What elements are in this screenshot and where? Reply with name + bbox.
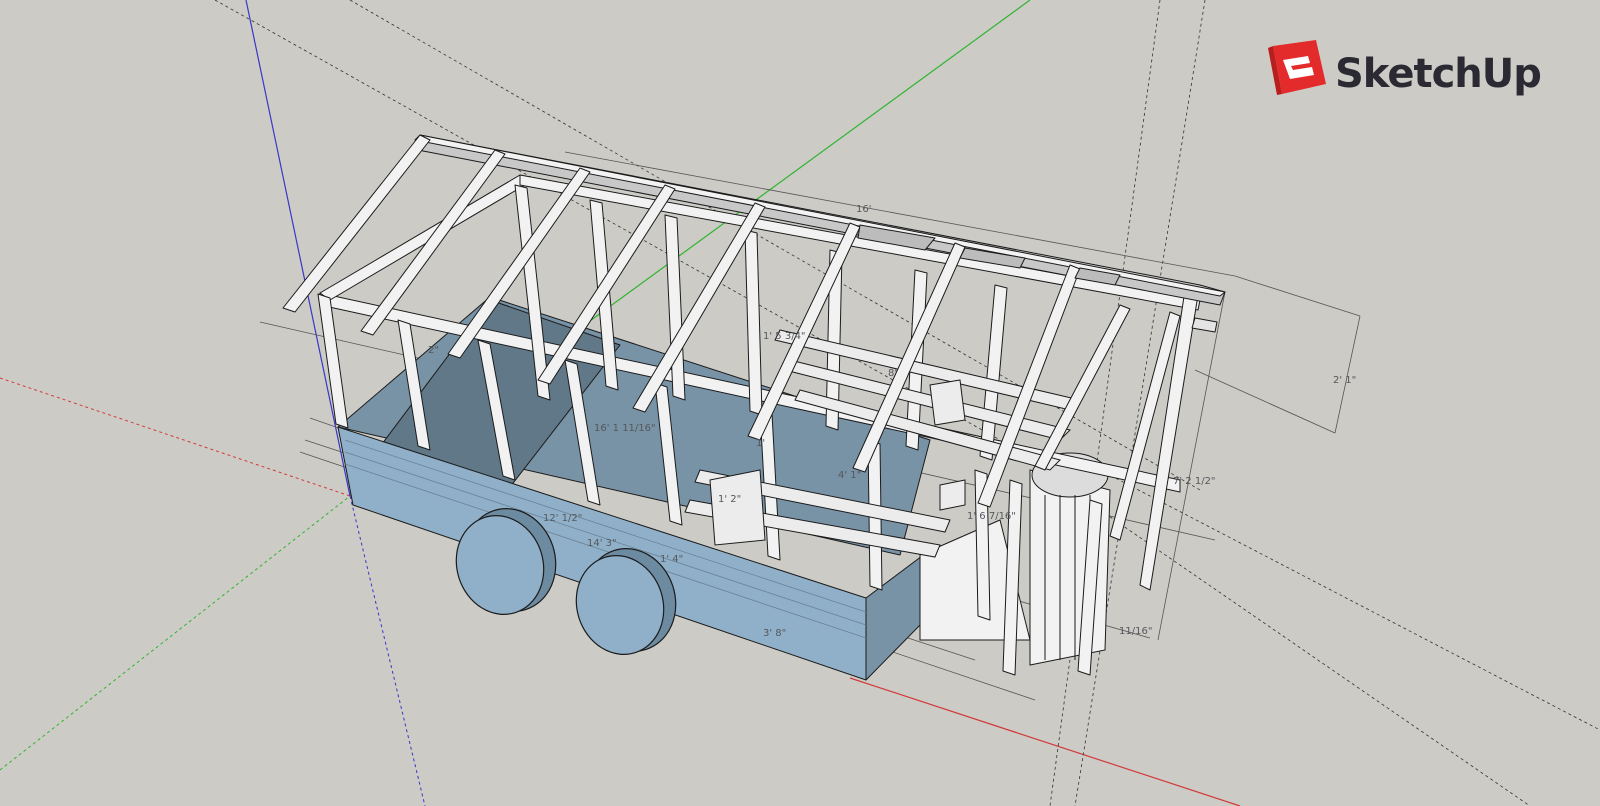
modeling-viewport[interactable]: 16' 2' 1" 7' 2 1/2" 1' 5 3/4" 16' 1 11/1… xyxy=(0,0,1600,806)
sketchup-logo-icon xyxy=(1268,40,1326,95)
dim-loft-spacing: 1' 5 3/4" xyxy=(763,331,806,342)
dim-tongue-offset: 1' 4" xyxy=(660,554,683,565)
dim-partial-d: 11/16" xyxy=(1119,626,1152,637)
dim-bed-length: 12' 1/2" xyxy=(543,513,582,524)
dim-overall-height: 7' 2 1/2" xyxy=(1173,476,1216,487)
dim-inner-length: 16' 1 11/16" xyxy=(594,423,656,434)
dim-trailer-length: 14' 3" xyxy=(587,538,617,549)
red-axis-negative xyxy=(0,377,351,497)
green-axis-negative xyxy=(0,495,351,771)
dim-overall-length: 16' xyxy=(856,204,871,215)
sketchup-logo: SketchUp xyxy=(1268,40,1542,97)
dim-rear-section: 3' 8" xyxy=(763,628,786,639)
red-axis xyxy=(849,677,1241,806)
dim-roof-rise: 2' 1" xyxy=(1333,375,1356,386)
dim-partial-e: 8' xyxy=(888,368,897,379)
sketchup-logo-text: SketchUp xyxy=(1335,51,1541,97)
blue-axis-negative xyxy=(349,495,426,806)
dim-partial-g: 1' 2" xyxy=(718,494,741,505)
dim-partial-b: 4' 1" xyxy=(838,470,861,481)
dim-partial-f: 2" xyxy=(428,345,439,356)
dim-partial-a: 1' 6 7/16" xyxy=(967,511,1016,522)
dim-partial-c: 1' xyxy=(756,438,765,449)
